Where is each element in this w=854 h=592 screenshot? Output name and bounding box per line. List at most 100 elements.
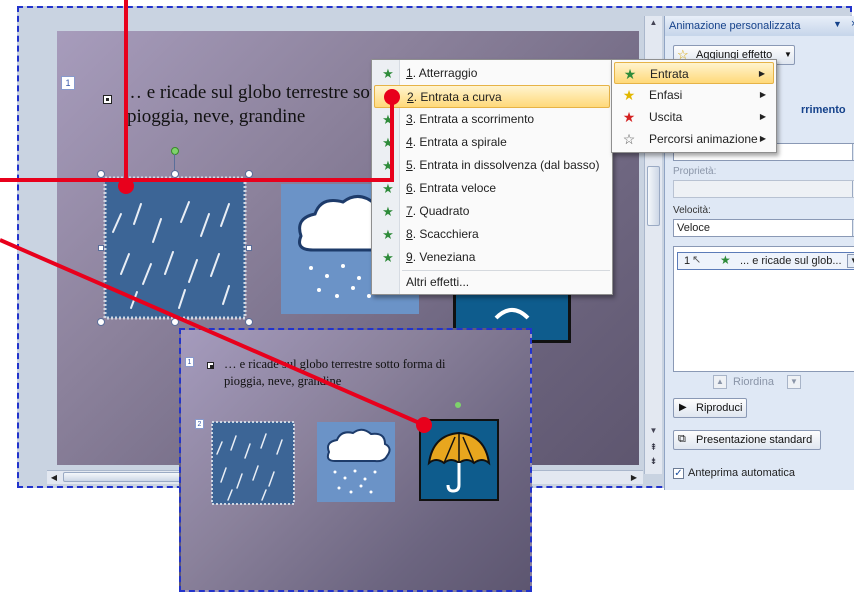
menu-item-effect[interactable]: ★ 5. Entrata in dissolvenza (dal basso)	[374, 154, 610, 177]
snow-cloud-icon	[317, 422, 395, 502]
chevron-right-icon: ▶	[759, 134, 766, 143]
move-down-icon: ▼	[787, 375, 801, 389]
properties-select: ▼	[673, 180, 854, 198]
entrance-effect-icon: ★	[382, 250, 394, 265]
menu-item-effect[interactable]: ★ 8. Scacchiera	[374, 223, 610, 246]
resize-handle[interactable]	[98, 245, 104, 251]
menu-item-effect[interactable]: ★ 2. Entrata a curva	[374, 85, 610, 108]
resize-handle[interactable]	[245, 170, 253, 178]
speed-select[interactable]: Veloce ▼	[673, 219, 854, 237]
pane-header: Animazione personalizzata ▼ ×	[665, 16, 854, 36]
menu-item-text: . Entrata a spirale	[412, 135, 507, 149]
menu-item-effect[interactable]: ★ 4. Entrata a spirale	[374, 131, 610, 154]
resize-handle[interactable]	[245, 318, 253, 326]
menu-item-label: 7. Quadrato	[406, 200, 469, 223]
rain-image-selected[interactable]	[97, 147, 253, 326]
pane-menu-icon[interactable]: ▼	[833, 19, 842, 29]
menu-item-effect[interactable]: ★ 9. Veneziana	[374, 246, 610, 269]
menu-item-effect[interactable]: ★ 3. Entrata a scorrimento	[374, 108, 610, 131]
submenu-item[interactable]: ★ Uscita ▶	[614, 106, 774, 128]
submenu-item-label: Uscita	[649, 110, 683, 124]
menu-item-effect[interactable]: ★ 6. Entrata veloce	[374, 177, 610, 200]
mouse-click-icon: ↖	[692, 254, 702, 266]
autopreview-checkbox[interactable]: ✓	[673, 468, 684, 479]
properties-label: Proprietà:	[673, 166, 717, 177]
next-slide-icon[interactable]: ⇟	[646, 454, 661, 468]
resize-handle[interactable]	[97, 318, 105, 326]
scroll-right-icon[interactable]: ▶	[627, 471, 641, 484]
menu-item-accelerator: 9	[406, 250, 413, 264]
hscroll-thumb[interactable]	[63, 472, 193, 482]
preview-number-badge-2: 2	[195, 419, 204, 429]
resize-handle[interactable]	[171, 170, 179, 178]
projector-icon: ⧉	[678, 433, 686, 445]
menu-item-label: 4. Entrata a spirale	[406, 131, 507, 154]
menu-item-text: . Entrata a curva	[413, 90, 502, 104]
rotate-handle[interactable]	[171, 147, 179, 155]
speed-value: Veloce	[677, 222, 711, 234]
entrance-effect-icon: ★	[382, 181, 394, 196]
menu-item-label: 3. Entrata a scorrimento	[406, 108, 534, 131]
bullet-icon	[207, 362, 214, 369]
play-button[interactable]: ▶ Riproduci	[673, 398, 747, 418]
scroll-left-icon[interactable]: ◀	[47, 471, 61, 484]
resize-handle[interactable]	[246, 245, 252, 251]
reorder-label: Riordina	[733, 376, 774, 388]
previous-slide-icon[interactable]: ⇞	[646, 440, 661, 454]
submenu-item[interactable]: ★ Enfasi ▶	[614, 84, 774, 106]
effect-menu: ★ 1. Atterraggio ★ 2. Entrata a curva ★ 3. En…	[371, 59, 613, 295]
entrance-effect-icon: ★	[382, 112, 394, 127]
effect-category-menu: ★ Entrata ▶ ★ Enfasi ▶ ★ Uscita ▶ ☆ Percorsi anima…	[611, 59, 777, 153]
entrance-effect-icon: ★	[382, 66, 394, 81]
scroll-down-icon[interactable]: ▼	[646, 424, 661, 438]
slide-text-line2[interactable]: pioggia, neve, grandine	[127, 106, 305, 128]
entrance-effect-icon: ★	[382, 204, 394, 219]
scroll-thumb[interactable]	[647, 166, 660, 226]
menu-item-text: . Entrata veloce	[412, 181, 497, 195]
resize-handle[interactable]	[97, 170, 105, 178]
menu-item-text: . Scacchiera	[412, 227, 479, 241]
rotate-handle[interactable]	[455, 402, 461, 408]
rotate-connector	[174, 154, 175, 170]
menu-item-effect[interactable]: ★ 1. Atterraggio	[374, 62, 610, 85]
slideshow-button[interactable]: ⧉ Presentazione standard	[673, 430, 821, 450]
menu-item-effect[interactable]: ★ 7. Quadrato	[374, 200, 610, 223]
animation-list[interactable]: 1 ↖ ★ ... e ricade sul glob... ▼	[673, 246, 854, 372]
menu-item-accelerator: 5	[406, 158, 413, 172]
bullet-icon	[103, 95, 112, 104]
scroll-up-icon[interactable]: ▲	[646, 16, 661, 30]
play-label: Riproduci	[696, 402, 743, 414]
entrance-effect-icon: ★	[382, 158, 394, 173]
menu-item-label: 8. Scacchiera	[406, 223, 479, 246]
rain-icon	[103, 176, 247, 320]
menu-item-accelerator: 2	[407, 90, 414, 104]
submenu-item-label: Percorsi animazione	[649, 132, 758, 146]
menu-item-accelerator: 7	[406, 204, 413, 218]
menu-item-text: . Entrata a scorrimento	[412, 112, 535, 126]
menu-item-label: 1. Atterraggio	[406, 62, 477, 85]
emphasis-star-icon: ★	[622, 87, 636, 103]
more-effects-label: Altri effetti...	[406, 275, 470, 289]
entrance-effect-icon: ★	[383, 90, 395, 105]
submenu-item[interactable]: ★ Entrata ▶	[614, 62, 774, 84]
chevron-down-icon[interactable]: ▼	[847, 254, 854, 268]
menu-item-label: 5. Entrata in dissolvenza (dal basso)	[406, 154, 599, 177]
menu-item-label: 2. Entrata a curva	[407, 86, 502, 109]
menu-item-text: . Veneziana	[412, 250, 476, 264]
chevron-right-icon: ▶	[759, 112, 766, 121]
menu-item-accelerator: 1	[406, 66, 413, 80]
umbrella-image-selected[interactable]	[419, 419, 499, 501]
resize-handle[interactable]	[171, 318, 179, 326]
slideshow-label: Presentazione standard	[696, 434, 813, 446]
chevron-right-icon: ▶	[759, 90, 766, 99]
rain-icon	[211, 421, 295, 505]
effect-header-partial: rrimento	[801, 104, 846, 116]
menu-item-label: 9. Veneziana	[406, 246, 475, 269]
menu-item-accelerator: 3	[406, 112, 413, 126]
move-up-icon: ▲	[713, 375, 727, 389]
submenu-item[interactable]: ☆ Percorsi animazione ▶	[614, 128, 774, 150]
animation-list-item[interactable]: 1 ↖ ★ ... e ricade sul glob... ▼	[677, 252, 854, 270]
menu-item-more-effects[interactable]: Altri effetti...	[374, 271, 610, 294]
entrance-effect-icon: ★	[382, 227, 394, 242]
preview-text-line1: … e ricade sul globo terrestre sotto for…	[224, 357, 446, 371]
